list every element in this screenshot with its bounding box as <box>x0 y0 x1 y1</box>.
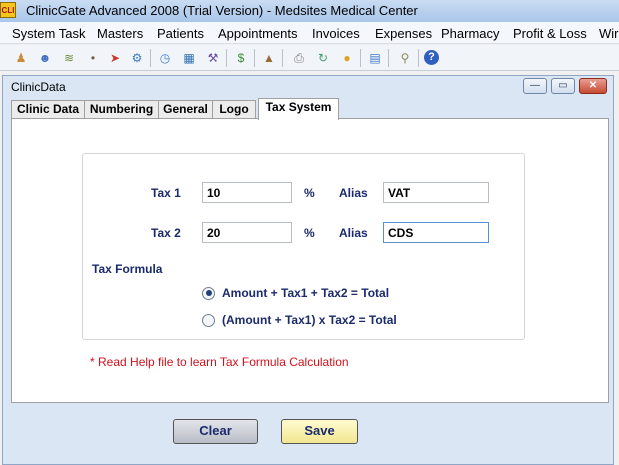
clear-button[interactable]: Clear <box>173 419 258 444</box>
tax1-percent-label: % <box>304 186 315 200</box>
toolbar-separator <box>254 49 255 67</box>
menu-profit-loss[interactable]: Profit & Loss <box>513 26 587 41</box>
toolbar-separator <box>418 49 419 67</box>
document-icon[interactable]: ▤ <box>366 49 384 67</box>
tool-icon[interactable]: ⚒ <box>204 49 222 67</box>
tab-logo[interactable]: Logo <box>212 100 256 119</box>
tax1-label: Tax 1 <box>151 186 181 200</box>
chat-icon[interactable]: ● <box>338 49 356 67</box>
menu-masters[interactable]: Masters <box>97 26 143 41</box>
app-logo-icon: CLI <box>0 2 16 18</box>
formula-option-compound[interactable]: (Amount + Tax1) x Tax2 = Total <box>202 313 397 327</box>
save-button[interactable]: Save <box>281 419 358 444</box>
inner-window-title: ClinicData <box>11 80 66 94</box>
refresh-icon[interactable]: ↻ <box>314 49 332 67</box>
alias2-input[interactable] <box>383 222 489 243</box>
tax1-input[interactable] <box>202 182 292 203</box>
menu-patients[interactable]: Patients <box>157 26 204 41</box>
menu-invoices[interactable]: Invoices <box>312 26 360 41</box>
tab-tax-system[interactable]: Tax System <box>258 98 339 120</box>
toolbar-separator <box>360 49 361 67</box>
formula-option-compound-label: (Amount + Tax1) x Tax2 = Total <box>222 313 397 327</box>
clinic-data-window: ClinicData — ▭ ✕ Clinic Data Numbering G… <box>2 75 614 465</box>
medicine-icon[interactable]: ➤ <box>106 49 124 67</box>
help-icon[interactable]: ? <box>424 50 439 65</box>
help-note: * Read Help file to learn Tax Formula Ca… <box>90 355 349 369</box>
user-icon[interactable]: ☻ <box>36 49 54 67</box>
restore-button[interactable]: ▭ <box>551 78 575 94</box>
tab-clinic-data[interactable]: Clinic Data <box>11 100 85 119</box>
formula-option-additive-label: Amount + Tax1 + Tax2 = Total <box>222 286 390 300</box>
chart-icon[interactable]: ≋ <box>60 49 78 67</box>
tax2-percent-label: % <box>304 226 315 240</box>
menu-appointments[interactable]: Appointments <box>218 26 298 41</box>
syringe-icon[interactable]: • <box>84 49 102 67</box>
tab-general[interactable]: General <box>158 100 213 119</box>
menu-pharmacy[interactable]: Pharmacy <box>441 26 500 41</box>
bottle-icon[interactable]: ▲ <box>260 49 278 67</box>
tax-system-panel: Tax 1 % Alias Tax 2 % Alias Tax Formula … <box>11 118 609 403</box>
formula-option-additive[interactable]: Amount + Tax1 + Tax2 = Total <box>202 286 389 300</box>
alias1-label: Alias <box>339 186 368 200</box>
toolbar: ♟ ☻ ≋ • ➤ ⚙ ◷ ▦ ⚒ $ ▲ ⎙ ↻ ● ▤ ⚲ ? <box>0 45 619 71</box>
tab-numbering[interactable]: Numbering <box>84 100 159 119</box>
calendar-icon[interactable]: ▦ <box>180 49 198 67</box>
settings-icon[interactable]: ⚙ <box>128 49 146 67</box>
menu-window[interactable]: Wir <box>599 26 619 41</box>
minimize-button[interactable]: — <box>523 78 547 94</box>
toolbar-separator <box>282 49 283 67</box>
menu-expenses[interactable]: Expenses <box>375 26 432 41</box>
alias1-input[interactable] <box>383 182 489 203</box>
menu-system-task[interactable]: System Task <box>12 26 85 41</box>
toolbar-separator <box>226 49 227 67</box>
tax-settings-group: Tax 1 % Alias Tax 2 % Alias Tax Formula … <box>82 153 525 340</box>
clock-icon[interactable]: ◷ <box>156 49 174 67</box>
tax2-input[interactable] <box>202 222 292 243</box>
printer-icon[interactable]: ⎙ <box>290 49 308 67</box>
toolbar-separator <box>150 49 151 67</box>
window-title: ClinicGate Advanced 2008 (Trial Version)… <box>26 3 418 18</box>
users-icon[interactable]: ♟ <box>12 49 30 67</box>
toolbar-separator <box>388 49 389 67</box>
radio-selected-icon[interactable] <box>202 286 215 300</box>
alias2-label: Alias <box>339 226 368 240</box>
key-icon[interactable]: ⚲ <box>396 49 414 67</box>
close-button[interactable]: ✕ <box>579 78 607 94</box>
tax2-label: Tax 2 <box>151 226 181 240</box>
money-icon[interactable]: $ <box>232 49 250 67</box>
menu-bar: System Task Masters Patients Appointment… <box>0 22 619 44</box>
tax-formula-label: Tax Formula <box>92 262 163 276</box>
radio-unselected-icon[interactable] <box>202 313 215 327</box>
title-bar: CLI ClinicGate Advanced 2008 (Trial Vers… <box>0 0 619 22</box>
